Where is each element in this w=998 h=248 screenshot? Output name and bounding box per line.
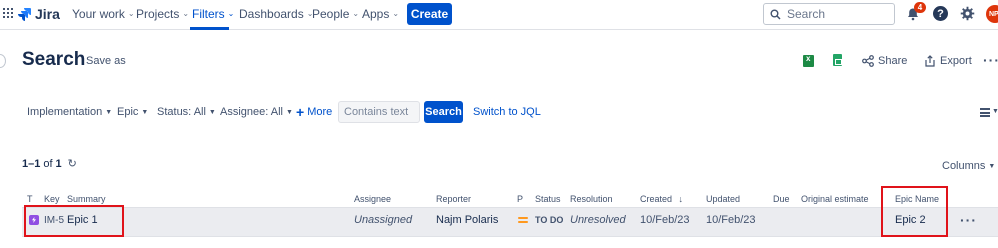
- chevron-down-icon: ⌄: [352, 8, 360, 18]
- chevron-down-icon: ▼: [141, 108, 149, 116]
- column-header-key[interactable]: Key: [44, 194, 60, 204]
- save-as-button[interactable]: Save as: [86, 55, 126, 67]
- table-row-divider: [22, 236, 998, 237]
- share-label: Share: [878, 55, 908, 67]
- share-button[interactable]: Share: [862, 55, 907, 67]
- filter-project-label: Implementation: [27, 106, 103, 118]
- column-header-priority[interactable]: P: [517, 194, 523, 204]
- medium-priority-icon: [518, 217, 528, 224]
- excel-export-icon[interactable]: [803, 54, 814, 67]
- column-header-status[interactable]: Status: [535, 194, 561, 204]
- nav-people-label: People: [312, 7, 350, 21]
- user-avatar[interactable]: NP: [986, 5, 998, 23]
- column-header-updated[interactable]: Updated: [706, 194, 740, 204]
- status-lozenge[interactable]: TO DO: [535, 215, 563, 225]
- columns-label: Columns: [942, 160, 986, 172]
- column-header-due[interactable]: Due: [773, 194, 790, 204]
- more-filters-button[interactable]: + More: [296, 105, 332, 119]
- sort-descending-icon: ↓: [678, 194, 684, 204]
- columns-button[interactable]: Columns ▼: [942, 160, 995, 172]
- filter-assignee[interactable]: Assignee: All ▼: [220, 106, 293, 118]
- highlight-box-epic-name: [881, 186, 948, 237]
- chevron-down-icon: ⌄: [392, 8, 400, 18]
- nav-dashboards[interactable]: Dashboards ⌄: [239, 7, 313, 21]
- jira-logo[interactable]: Jira: [17, 6, 60, 22]
- filter-type[interactable]: Epic ▼: [117, 106, 148, 118]
- results-range: 1–1: [22, 157, 41, 170]
- nav-your-work-label: Your work: [72, 7, 125, 21]
- chevron-down-icon: ▼: [285, 108, 293, 116]
- more-filters-label: More: [307, 106, 333, 118]
- share-icon: [862, 55, 874, 67]
- updated-cell: 10/Feb/23: [706, 214, 756, 226]
- nav-projects[interactable]: Projects ⌄: [136, 7, 189, 21]
- switch-to-jql-link[interactable]: Switch to JQL: [473, 106, 541, 118]
- nav-people[interactable]: People ⌄: [312, 7, 359, 21]
- column-header-created-label: Created: [640, 194, 673, 204]
- search-button[interactable]: Search: [424, 101, 463, 123]
- results-count: 1–1 of 1 ↻: [22, 157, 77, 171]
- highlight-box-summary: [24, 205, 124, 237]
- search-placeholder: Search: [787, 7, 826, 21]
- assignee-cell[interactable]: Unassigned: [354, 214, 412, 226]
- filter-type-label: Epic: [117, 106, 139, 118]
- nav-projects-label: Projects: [136, 7, 180, 21]
- global-search-input[interactable]: Search: [763, 3, 895, 25]
- settings-gear-icon[interactable]: [960, 6, 975, 21]
- column-header-original-estimate[interactable]: Original estimate: [801, 194, 869, 204]
- plus-icon: +: [296, 104, 305, 120]
- nav-dashboards-label: Dashboards: [239, 7, 304, 21]
- contains-text-input[interactable]: Contains text: [338, 101, 420, 123]
- filter-status[interactable]: Status: All ▼: [157, 106, 216, 118]
- row-actions-icon[interactable]: ···: [960, 212, 977, 228]
- list-view-icon[interactable]: ▼: [980, 108, 998, 117]
- column-header-reporter[interactable]: Reporter: [436, 194, 471, 204]
- page-title: Search: [22, 49, 86, 70]
- chevron-down-icon: ⌄: [227, 8, 235, 18]
- export-label: Export: [940, 55, 972, 67]
- table-row[interactable]: [22, 208, 998, 236]
- help-icon[interactable]: ?: [933, 6, 948, 21]
- search-icon: [770, 9, 781, 20]
- column-header-assignee[interactable]: Assignee: [354, 194, 391, 204]
- column-header-created[interactable]: Created ↓: [640, 194, 683, 204]
- column-header-resolution[interactable]: Resolution: [570, 194, 613, 204]
- app-switcher-icon[interactable]: [3, 8, 13, 18]
- export-button[interactable]: Export: [924, 55, 972, 67]
- chevron-down-icon: ▼: [105, 108, 113, 116]
- created-cell: 10/Feb/23: [640, 214, 690, 226]
- nav-apps-label: Apps: [362, 7, 390, 21]
- resolution-cell: Unresolved: [570, 214, 626, 226]
- filter-status-label: Status: All: [157, 106, 206, 118]
- top-navigation: Jira Your work ⌄ Projects ⌄ Filters ⌄ Da…: [0, 0, 998, 30]
- refresh-icon[interactable]: ↻: [68, 157, 77, 170]
- jira-logo-text: Jira: [35, 6, 60, 22]
- nav-your-work[interactable]: Your work ⌄: [72, 7, 135, 21]
- chevron-down-icon: ▼: [208, 108, 216, 116]
- active-nav-indicator: [190, 27, 229, 30]
- chevron-down-icon: ▼: [988, 162, 996, 170]
- export-icon: [925, 55, 935, 67]
- google-sheets-icon[interactable]: [833, 54, 842, 66]
- create-button[interactable]: Create: [407, 3, 452, 25]
- reporter-cell[interactable]: Najm Polaris: [436, 214, 498, 226]
- results-total: 1: [55, 157, 62, 170]
- nav-apps[interactable]: Apps ⌄: [362, 7, 399, 21]
- more-actions-icon[interactable]: ···: [983, 52, 998, 68]
- filter-assignee-label: Assignee: All: [220, 106, 283, 118]
- jira-logo-icon: [17, 7, 31, 21]
- nav-filters[interactable]: Filters ⌄: [192, 7, 234, 21]
- chevron-down-icon: ⌄: [182, 8, 190, 18]
- column-header-summary[interactable]: Summary: [67, 194, 106, 204]
- nav-filters-label: Filters: [192, 7, 225, 21]
- sidebar-expand-handle[interactable]: [0, 54, 6, 68]
- notification-count-badge: 4: [914, 2, 926, 13]
- column-header-type[interactable]: T: [27, 194, 33, 204]
- chevron-down-icon: ▼: [992, 108, 998, 115]
- filter-project[interactable]: Implementation ▼: [27, 106, 112, 118]
- chevron-down-icon: ⌄: [127, 8, 135, 18]
- results-of: of: [43, 157, 53, 170]
